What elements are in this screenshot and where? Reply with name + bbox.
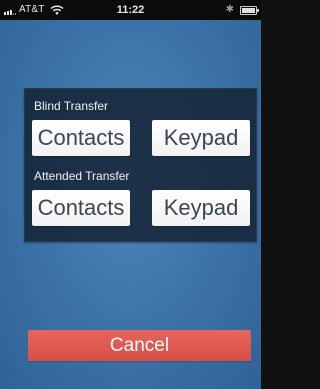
blind-transfer-label: Blind Transfer bbox=[34, 99, 109, 113]
bluetooth-icon: ✱ bbox=[225, 4, 234, 15]
attended-contacts-button[interactable]: Contacts bbox=[32, 190, 130, 226]
blind-keypad-button[interactable]: Keypad bbox=[152, 120, 250, 156]
status-right: ✱ bbox=[225, 0, 259, 20]
cancel-button[interactable]: Cancel bbox=[28, 330, 251, 361]
status-bar: AT&T 11:22 ✱ bbox=[0, 0, 261, 20]
transfer-panel: Blind Transfer Contacts Keypad Attended … bbox=[24, 88, 257, 242]
phone-screen: AT&T 11:22 ✱ Blind Transfer Contacts Key… bbox=[0, 0, 261, 389]
attended-transfer-label: Attended Transfer bbox=[34, 169, 130, 183]
attended-keypad-button[interactable]: Keypad bbox=[152, 190, 250, 226]
battery-icon bbox=[240, 5, 259, 15]
blind-contacts-button[interactable]: Contacts bbox=[32, 120, 130, 156]
status-time: 11:22 bbox=[116, 4, 145, 16]
